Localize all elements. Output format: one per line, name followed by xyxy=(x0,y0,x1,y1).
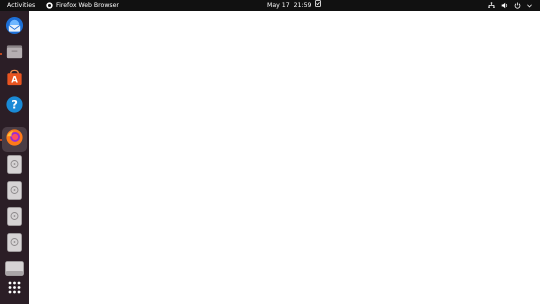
dock-item-drive-1[interactable] xyxy=(2,154,27,179)
software-center-icon: A xyxy=(5,68,24,91)
drive-icon xyxy=(7,155,22,178)
drive-icon xyxy=(7,233,22,256)
files-icon xyxy=(5,42,24,65)
dock-item-drive-4[interactable] xyxy=(2,232,27,257)
firefox-icon xyxy=(46,2,53,9)
top-bar: Activities Firefox Web Browser May 17 21… xyxy=(0,0,540,11)
svg-text:A: A xyxy=(11,76,18,86)
notification-icon xyxy=(315,0,322,11)
app-menu[interactable]: Firefox Web Browser xyxy=(46,0,119,11)
dock-item-firefox[interactable] xyxy=(2,127,27,152)
system-tray[interactable] xyxy=(488,0,532,11)
firefox-icon xyxy=(5,128,24,151)
dock-item-help[interactable]: ? xyxy=(2,94,27,119)
volume-icon xyxy=(501,2,508,9)
thunderbird-icon xyxy=(5,16,24,39)
dock-item-thunderbird[interactable] xyxy=(2,15,27,40)
chevron-down-icon xyxy=(527,3,532,8)
show-apps-icon xyxy=(8,279,21,298)
power-icon xyxy=(514,2,521,9)
dock-item-drive-2[interactable] xyxy=(2,180,27,205)
clock-time: 21:59 xyxy=(293,2,312,9)
clock-date: May 17 xyxy=(267,2,290,9)
show-apps-button[interactable] xyxy=(2,276,27,301)
dock-item-drive-3[interactable] xyxy=(2,206,27,231)
app-menu-label: Firefox Web Browser xyxy=(56,2,119,9)
activities-button[interactable]: Activities xyxy=(7,0,35,11)
dock: A ? xyxy=(0,11,29,304)
drive-icon xyxy=(7,207,22,230)
clock[interactable]: May 17 21:59 xyxy=(267,0,322,11)
network-icon xyxy=(488,2,495,9)
help-icon: ? xyxy=(5,95,24,118)
dock-item-software[interactable]: A xyxy=(2,67,27,92)
firefox-window-content[interactable] xyxy=(29,11,540,304)
drive-icon xyxy=(7,181,22,204)
svg-text:?: ? xyxy=(11,98,18,112)
dock-item-files[interactable] xyxy=(2,41,27,66)
